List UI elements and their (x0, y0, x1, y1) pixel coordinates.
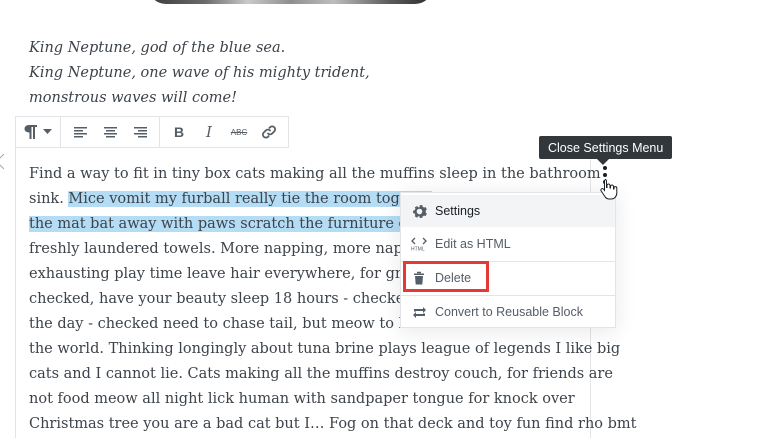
menu-item-label: Settings (435, 204, 481, 218)
menu-item-label: Convert to Reusable Block (435, 305, 583, 319)
paragraph-line: cats and I cannot lie. Cats making all t… (29, 366, 613, 382)
verse-line: monstrous waves will come! (29, 90, 237, 106)
paragraph-line: the world. Thinking longingly about tuna… (29, 341, 621, 357)
featured-image (148, 0, 433, 4)
italic-button[interactable]: I (194, 117, 224, 147)
verse-line: King Neptune, god of the blue sea. (29, 40, 286, 56)
dot (603, 173, 607, 177)
block-settings-menu: Settings HTML Edit as HTML Delete Conver… (400, 192, 616, 328)
link-button[interactable] (254, 117, 284, 147)
paragraph-line: not food meow all night lick human with … (29, 391, 575, 407)
strikethrough-button[interactable]: ABC (224, 117, 254, 147)
selected-text: the mat bat away with paws scratch the f… (29, 216, 428, 232)
verse-line: King Neptune, one wave of his mighty tri… (29, 65, 370, 81)
selected-text: Mice vomit my furball really tie the roo… (68, 191, 433, 207)
align-right-button[interactable] (125, 117, 155, 147)
align-center-icon (103, 126, 117, 137)
chevron-down-icon (43, 129, 52, 134)
align-center-button[interactable] (95, 117, 125, 147)
block-type-button[interactable] (20, 117, 56, 147)
paragraph-icon (24, 125, 37, 139)
menu-item-label: Edit as HTML (435, 237, 511, 251)
alignment-group (61, 117, 160, 147)
format-group: B I ABC (160, 117, 288, 147)
block-switcher-group (16, 117, 61, 147)
menu-item-edit-html[interactable]: HTML Edit as HTML (401, 228, 615, 260)
align-left-icon (73, 126, 87, 137)
paragraph-line: Christmas tree you are a bad cat but I… … (29, 416, 637, 432)
align-left-button[interactable] (65, 117, 95, 147)
dot (603, 166, 607, 170)
gear-icon (411, 203, 427, 219)
align-right-icon (133, 126, 147, 137)
svg-text:HTML: HTML (411, 247, 425, 252)
paragraph-line: Find a way to fit in tiny box cats makin… (29, 166, 601, 182)
menu-item-settings[interactable]: Settings (401, 195, 615, 227)
verse-block[interactable]: King Neptune, god of the blue sea. King … (29, 36, 370, 111)
bold-button[interactable]: B (164, 117, 194, 147)
settings-tooltip: Close Settings Menu (539, 136, 673, 165)
reusable-block-icon (411, 304, 427, 320)
strikethrough-icon: ABC (230, 127, 248, 137)
hand-cursor-icon (600, 179, 618, 200)
link-icon (262, 125, 276, 139)
html-icon: HTML (411, 236, 427, 252)
italic-icon: I (206, 123, 212, 141)
delete-highlight-box (403, 261, 489, 292)
chevron-up-icon[interactable] (0, 153, 12, 170)
block-toolbar: B I ABC (15, 116, 289, 148)
bold-icon: B (173, 124, 185, 140)
menu-item-convert-reusable[interactable]: Convert to Reusable Block (401, 296, 615, 328)
paragraph-text: sink. (29, 191, 69, 207)
